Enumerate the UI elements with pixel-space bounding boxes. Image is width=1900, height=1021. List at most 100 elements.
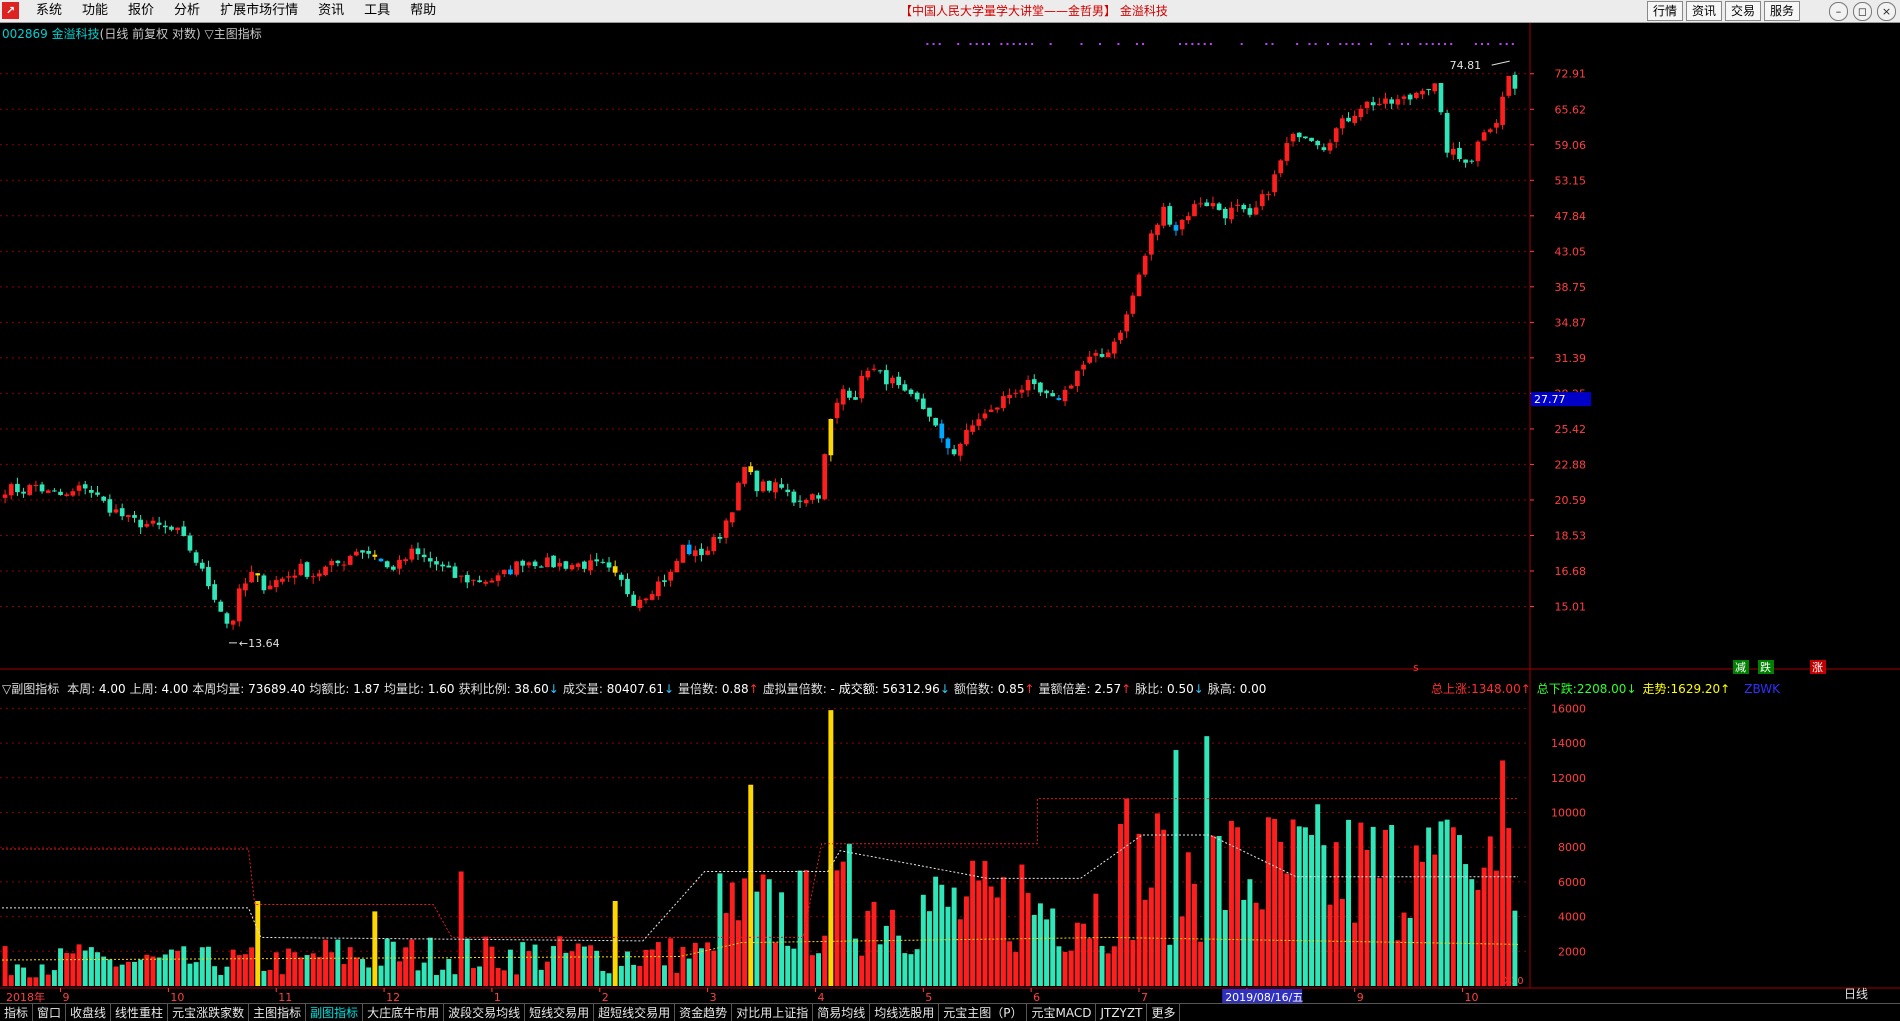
volume-bar[interactable] [1364,849,1370,986]
volume-bar[interactable] [21,967,27,986]
volume-bar[interactable] [822,935,828,986]
menu-news[interactable]: 资讯 [308,0,354,22]
volume-bar[interactable] [341,964,347,986]
volume-bar[interactable] [1321,845,1327,986]
candle-body[interactable] [95,492,100,495]
volume-bar[interactable] [1315,804,1321,986]
candle-body[interactable] [920,398,926,409]
volume-bar[interactable] [1352,922,1358,986]
volume-bar[interactable] [674,972,680,986]
candle-body[interactable] [1216,203,1222,210]
candle-body[interactable] [1469,160,1475,162]
candle-body[interactable] [1130,295,1136,314]
volume-bar[interactable] [1235,827,1241,986]
candle-body[interactable] [859,375,865,399]
tab-17[interactable]: JTZYZT [1096,1004,1148,1021]
candle-body[interactable] [705,550,710,555]
candle-body[interactable] [865,370,871,378]
candle-body[interactable] [495,575,501,581]
volume-bar[interactable] [440,969,446,986]
candle-body[interactable] [1290,134,1296,142]
stock-name[interactable]: 金溢科技 [52,27,100,41]
candle-body[interactable] [606,562,612,568]
volume-bar[interactable] [1222,910,1228,986]
candle-body[interactable] [717,536,723,539]
candle-body[interactable] [1229,207,1234,220]
menu-analysis[interactable]: 分析 [164,0,210,22]
volume-bar[interactable] [1401,912,1407,986]
tab-4[interactable]: 元宝涨跌家数 [168,1004,250,1021]
volume-bar[interactable] [1148,887,1154,986]
volume-bar[interactable] [692,942,698,986]
tab-7[interactable]: 大庄底牛市用 [363,1004,445,1021]
volume-bar[interactable] [507,949,513,986]
candle-body[interactable] [1420,90,1425,95]
volume-bar[interactable] [218,974,224,986]
candle-body[interactable] [1383,98,1388,104]
candle-body[interactable] [853,397,858,400]
volume-bar[interactable] [631,964,637,986]
candle-body[interactable] [89,490,94,493]
volume-bar[interactable] [132,961,137,986]
volume-bar[interactable] [797,870,803,986]
candle-body[interactable] [323,566,328,576]
candle-body[interactable] [45,490,51,493]
volume-bar[interactable] [119,964,125,986]
candle-body[interactable] [255,573,261,576]
candle-body[interactable] [1457,148,1462,160]
volume-bar[interactable] [902,953,908,986]
candle-body[interactable] [1272,174,1277,193]
candle-body[interactable] [113,509,119,513]
volume-bar[interactable] [433,975,439,986]
candle-body[interactable] [532,561,538,567]
volume-bar[interactable] [1062,951,1068,986]
volume-bar[interactable] [372,911,378,986]
menu-system[interactable]: 系统 [26,0,72,22]
volume-bar[interactable] [273,952,279,986]
minimize-icon[interactable]: – [1829,2,1848,21]
volume-bar[interactable] [236,955,242,986]
volume-bar[interactable] [637,966,643,986]
volume-bar[interactable] [230,949,236,986]
volume-bar[interactable] [1118,824,1123,986]
candle-body[interactable] [655,581,661,597]
candle-body[interactable] [526,562,532,566]
candle-body[interactable] [927,407,932,417]
candle-body[interactable] [218,601,224,612]
candle-body[interactable] [988,409,994,412]
volume-bar[interactable] [45,974,51,986]
candle-body[interactable] [1333,128,1339,142]
volume-bar[interactable] [1081,923,1087,986]
candle-body[interactable] [378,558,384,562]
volume-bar[interactable] [976,880,982,986]
volume-bar[interactable] [982,861,988,986]
candle-body[interactable] [1210,203,1216,207]
candle-body[interactable] [193,552,199,563]
candle-body[interactable] [976,419,982,426]
candle-body[interactable] [458,575,464,577]
candle-body[interactable] [1389,99,1395,104]
candle-body[interactable] [187,535,193,551]
volume-bar[interactable] [588,945,593,986]
volume-bar[interactable] [748,784,754,986]
volume-bar[interactable] [1105,953,1111,986]
tab-13[interactable]: 简易均线 [813,1004,871,1021]
candle-body[interactable] [514,561,519,575]
volume-bar[interactable] [335,939,341,986]
candle-body[interactable] [538,566,544,568]
volume-bar[interactable] [403,947,409,986]
volume-bar[interactable] [649,949,655,986]
volume-bar[interactable] [970,860,976,986]
volume-bar[interactable] [82,950,88,986]
volume-bar[interactable] [1420,861,1425,986]
candle-body[interactable] [933,417,938,426]
tab-8[interactable]: 波段交易均线 [444,1004,526,1021]
volume-bar[interactable] [1130,940,1136,986]
volume-bar[interactable] [581,946,587,986]
volume-bar[interactable] [1142,899,1148,986]
volume-bar[interactable] [1179,916,1185,986]
candle-body[interactable] [736,482,741,511]
volume-bar[interactable] [1099,945,1105,986]
volume-bar[interactable] [803,870,809,986]
volume-bar[interactable] [261,970,267,986]
